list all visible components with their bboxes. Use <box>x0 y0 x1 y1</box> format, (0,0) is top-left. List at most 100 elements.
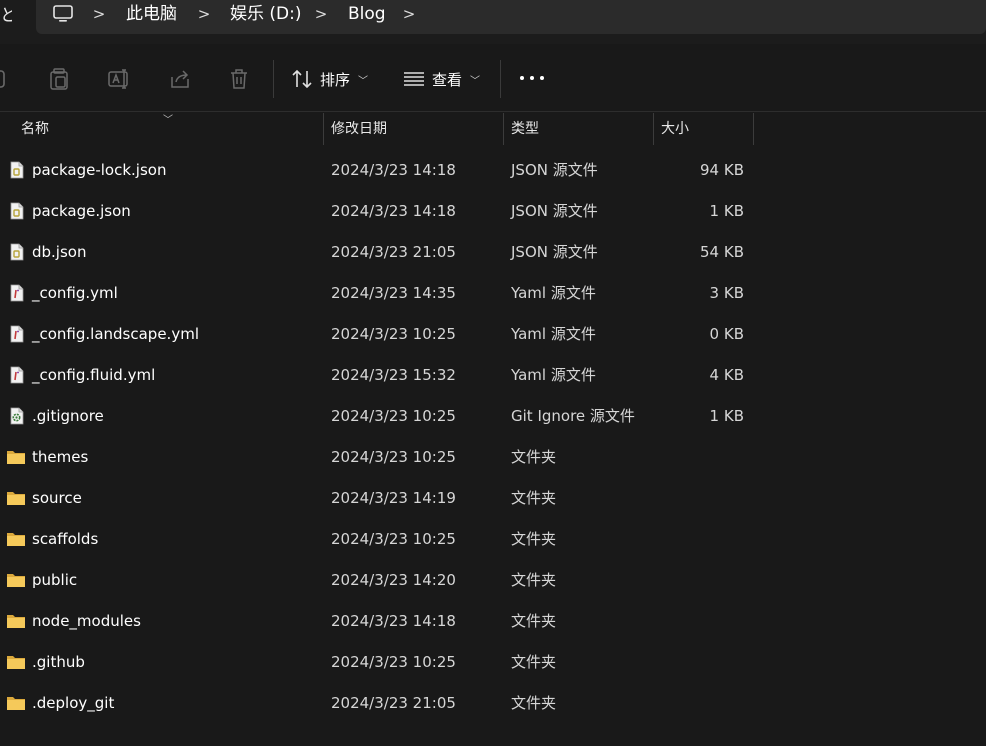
file-date: 2024/3/23 15:32 <box>331 366 456 384</box>
computer-icon[interactable] <box>52 4 74 24</box>
file-size: 54 KB <box>700 243 744 261</box>
more-icon[interactable] <box>520 68 544 88</box>
file-row[interactable]: scaffolds 2024/3/23 10:25 文件夹 <box>0 519 760 560</box>
file-size <box>660 642 744 683</box>
column-divider[interactable] <box>653 113 654 145</box>
gear-file-icon <box>8 407 26 425</box>
folder-icon <box>6 653 26 671</box>
file-type: JSON 源文件 <box>511 161 598 179</box>
json-file-icon <box>8 243 26 261</box>
file-row[interactable]: package.json 2024/3/23 14:18 JSON 源文件 1 KB <box>0 191 760 232</box>
file-type: 文件夹 <box>511 530 557 548</box>
cut-icon[interactable] <box>0 65 12 93</box>
file-date: 2024/3/23 14:18 <box>331 161 456 179</box>
file-row[interactable]: _config.landscape.yml 2024/3/23 10:25 Yaml… <box>0 314 760 355</box>
breadcrumb-blog[interactable]: Blog <box>348 3 386 25</box>
view-button[interactable]: 查看 ﹀ <box>402 64 480 94</box>
file-row[interactable]: themes 2024/3/23 10:25 文件夹 <box>0 437 760 478</box>
file-name: package-lock.json <box>32 161 167 179</box>
share-icon[interactable] <box>166 65 194 93</box>
file-date: 2024/3/23 14:35 <box>331 284 456 302</box>
file-type: Git Ignore 源文件 <box>511 407 635 425</box>
chevron-down-icon: ﹀ <box>358 75 369 87</box>
file-name: package.json <box>32 202 131 220</box>
sort-button[interactable]: 排序 ﹀ <box>290 64 368 94</box>
file-row[interactable]: _config.yml 2024/3/23 14:35 Yaml 源文件 3 KB <box>0 273 760 314</box>
file-name: scaffolds <box>32 530 99 548</box>
column-header-name[interactable]: 名称 <box>21 113 49 145</box>
file-type: 文件夹 <box>511 612 557 630</box>
file-type: Yaml 源文件 <box>511 325 596 343</box>
file-name: themes <box>32 448 89 466</box>
file-size: 94 KB <box>700 161 744 179</box>
folder-icon <box>6 694 26 712</box>
file-row[interactable]: .github 2024/3/23 10:25 文件夹 <box>0 642 760 683</box>
file-name: db.json <box>32 243 87 261</box>
file-row[interactable]: db.json 2024/3/23 21:05 JSON 源文件 54 KB <box>0 232 760 273</box>
sort-caret-icon: ﹀ <box>163 115 173 126</box>
column-divider[interactable] <box>323 113 324 145</box>
rename-icon[interactable] <box>105 65 133 93</box>
file-size: 1 KB <box>709 407 744 425</box>
file-date: 2024/3/23 14:20 <box>331 571 456 589</box>
chevron-right-icon[interactable]: > <box>197 3 211 25</box>
file-name: .gitignore <box>32 407 104 425</box>
folder-icon <box>6 448 26 466</box>
file-size <box>660 519 744 560</box>
chevron-right-icon[interactable]: > <box>92 3 106 25</box>
folder-icon <box>6 530 26 548</box>
file-row[interactable]: public 2024/3/23 14:20 文件夹 <box>0 560 760 601</box>
file-name: .github <box>32 653 85 671</box>
file-size: 0 KB <box>709 325 744 343</box>
file-size: 1 KB <box>709 202 744 220</box>
column-header-size[interactable]: 大小 <box>661 113 689 145</box>
file-size <box>660 683 744 724</box>
yaml-file-icon <box>8 284 26 302</box>
copy-icon[interactable] <box>45 65 73 93</box>
file-name: node_modules <box>32 612 141 630</box>
file-name: _config.fluid.yml <box>32 366 156 384</box>
address-bar[interactable] <box>36 0 986 34</box>
chevron-right-icon[interactable]: > <box>402 3 416 25</box>
file-type: 文件夹 <box>511 448 557 466</box>
file-date: 2024/3/23 21:05 <box>331 694 456 712</box>
toolbar-divider <box>500 60 501 98</box>
file-type: 文件夹 <box>511 694 557 712</box>
json-file-icon <box>8 202 26 220</box>
delete-icon[interactable] <box>225 65 253 93</box>
file-row[interactable]: _config.fluid.yml 2024/3/23 15:32 Yaml 源文件… <box>0 355 760 396</box>
sort-label: 排序 <box>320 70 351 89</box>
breadcrumb-drive-d[interactable]: 娱乐 (D:) <box>230 3 302 25</box>
toolbar-divider <box>273 60 274 98</box>
column-headers: ﹀ 名称 修改日期 类型 大小 <box>0 113 986 145</box>
file-date: 2024/3/23 14:18 <box>331 202 456 220</box>
file-size <box>660 437 744 478</box>
file-type: 文件夹 <box>511 653 557 671</box>
file-type: Yaml 源文件 <box>511 366 596 384</box>
file-date: 2024/3/23 14:18 <box>331 612 456 630</box>
file-row[interactable]: source 2024/3/23 14:19 文件夹 <box>0 478 760 519</box>
column-divider[interactable] <box>753 113 754 145</box>
column-divider[interactable] <box>503 113 504 145</box>
sort-icon <box>292 69 312 89</box>
file-type: Yaml 源文件 <box>511 284 596 302</box>
file-type: JSON 源文件 <box>511 243 598 261</box>
chevron-right-icon[interactable]: > <box>314 3 328 25</box>
column-header-date[interactable]: 修改日期 <box>331 113 387 145</box>
file-date: 2024/3/23 10:25 <box>331 407 456 425</box>
breadcrumb-this-pc[interactable]: 此电脑 <box>126 3 177 25</box>
file-date: 2024/3/23 10:25 <box>331 653 456 671</box>
file-date: 2024/3/23 10:25 <box>331 325 456 343</box>
file-row[interactable]: .deploy_git 2024/3/23 21:05 文件夹 <box>0 683 760 724</box>
file-date: 2024/3/23 10:25 <box>331 448 456 466</box>
file-type: 文件夹 <box>511 571 557 589</box>
file-name: .deploy_git <box>32 694 115 712</box>
yaml-file-icon <box>8 366 26 384</box>
file-name: public <box>32 571 78 589</box>
folder-icon <box>6 612 26 630</box>
file-row[interactable]: node_modules 2024/3/23 14:18 文件夹 <box>0 601 760 642</box>
file-row[interactable]: package-lock.json 2024/3/23 14:18 JSON 源文件… <box>0 150 760 191</box>
file-size: 3 KB <box>709 284 744 302</box>
file-row[interactable]: .gitignore 2024/3/23 10:25 Git Ignore 源文件 1… <box>0 396 760 437</box>
column-header-type[interactable]: 类型 <box>511 113 539 145</box>
